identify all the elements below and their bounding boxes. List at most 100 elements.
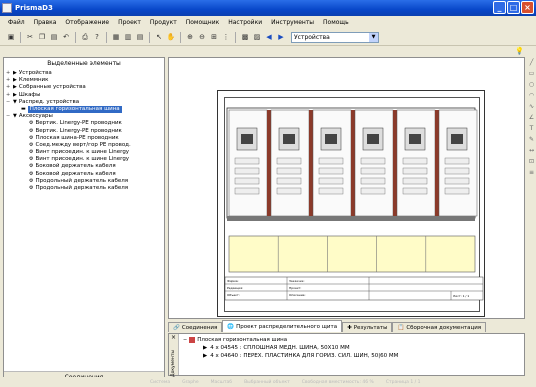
zoom-out-icon[interactable]: ⊖	[197, 32, 207, 42]
expander-icon[interactable]: +	[6, 70, 11, 77]
tab-label: Соединения	[181, 324, 218, 331]
close-output-icon[interactable]: ×	[171, 334, 176, 342]
tree-item[interactable]: ⚙ Вертик. Linergy-PE проводник	[6, 128, 164, 135]
grid-icon[interactable]: ▦	[111, 32, 121, 42]
tab-connections[interactable]: 🔗 Соединения	[168, 322, 223, 332]
tree-item-label: Распред. устройства	[18, 98, 80, 105]
zoom-in-icon[interactable]: ⊕	[185, 32, 195, 42]
curve-tool-icon[interactable]: ∿	[527, 101, 536, 112]
din-rail	[318, 177, 344, 185]
folder-arrow-icon: ▶	[13, 84, 17, 91]
expander-icon[interactable]: +	[6, 77, 11, 84]
tree-item[interactable]: ▬ Плоская горизонтальная шина	[6, 105, 164, 114]
accessory-icon: ⚙	[29, 149, 34, 156]
menu-project[interactable]: Проект	[118, 19, 141, 26]
menu-assistant[interactable]: Помощник	[186, 19, 219, 26]
menu-tools[interactable]: Инструменты	[271, 19, 314, 26]
din-rail	[318, 157, 344, 165]
tab-switchboard-project[interactable]: 🌐 Проект распределительного щита	[222, 320, 343, 332]
undo-icon[interactable]: ↶	[61, 32, 71, 42]
accessory-icon: ⚙	[29, 141, 34, 148]
status-field: Система	[150, 379, 171, 385]
pointer-icon[interactable]: ↖	[154, 32, 164, 42]
tree-item[interactable]: ⚙ Соед.между верт/гор PE провод.	[6, 142, 164, 149]
menu-product[interactable]: Продукт	[150, 19, 177, 26]
rect-tool-icon[interactable]: ▭	[527, 68, 536, 79]
cut-icon[interactable]: ✂	[25, 32, 35, 42]
save-icon[interactable]: ▣	[6, 32, 16, 42]
tree-item[interactable]: + ▶ Шкафы	[6, 92, 164, 99]
tree-item[interactable]: ⚙ Вертик. Linergy-PE проводник	[6, 120, 164, 127]
zoom-fit-icon[interactable]: ⊞	[209, 32, 219, 42]
copy-icon[interactable]: ❐	[37, 32, 47, 42]
menu-file[interactable]: Файл	[8, 19, 25, 26]
cable-duct	[393, 110, 397, 216]
output-title: Плоская горизонтальная шина	[197, 337, 288, 343]
close-button[interactable]: ×	[521, 1, 534, 14]
tree-item[interactable]: − ▼ Аксессуары	[6, 113, 164, 120]
tree-item[interactable]: ⚙ Боковой держатель кабеля	[6, 163, 164, 170]
device-face	[283, 134, 295, 144]
tree-item[interactable]: ⚙ Винт присоедин. к шине Linergy	[6, 149, 164, 156]
tree-item-label: Продольный держатель кабеля	[35, 177, 129, 184]
minimize-button[interactable]: _	[493, 1, 506, 14]
tree-item[interactable]: ⚙ Плоская шина-PE проводник	[6, 135, 164, 142]
layout-icon[interactable]: ▥	[123, 32, 133, 42]
output-side-label: Документы	[171, 350, 176, 377]
expander-icon[interactable]: −	[6, 99, 11, 106]
hand-icon[interactable]: ✋	[166, 32, 176, 42]
din-rail	[444, 177, 470, 185]
menu-view[interactable]: Отображение	[65, 19, 109, 26]
help-icon[interactable]: ?	[92, 32, 102, 42]
lightbulb-icon[interactable]: 💡	[515, 47, 524, 55]
chevron-down-icon[interactable]: ▼	[369, 32, 378, 42]
expander-icon[interactable]: +	[6, 92, 11, 99]
line-tool-icon[interactable]: ╱	[527, 57, 536, 68]
sheet-number: Лист: 1 / 1	[453, 294, 469, 298]
busbar-outline	[228, 235, 476, 273]
tree-item[interactable]: + ▶ Устройства	[6, 70, 164, 77]
arrow-right-icon[interactable]: ▶	[276, 32, 286, 42]
title-block: Фирма: Редакция: Объект: Заказчик: Проект: Оп…	[224, 276, 484, 301]
panel2-icon[interactable]: ▨	[252, 32, 262, 42]
expander-icon[interactable]: +	[6, 84, 11, 91]
circle-tool-icon[interactable]: ○	[527, 79, 536, 90]
tree-item[interactable]: − ▼ Распред. устройства	[6, 99, 164, 106]
separator	[106, 31, 107, 43]
collapse-icon[interactable]: −	[183, 336, 187, 344]
tree-item[interactable]: ⚙ Боковой держатель кабеля	[6, 171, 164, 178]
dots-icon[interactable]: ⋮	[221, 32, 231, 42]
dimension-tool-icon[interactable]: ↔	[527, 145, 536, 156]
table-icon[interactable]: ▤	[135, 32, 145, 42]
panel-icon[interactable]: ▩	[240, 32, 250, 42]
tab-assembly-docs[interactable]: 📋 Сборочная документация	[392, 322, 487, 332]
folder-arrow-icon: ▶	[13, 70, 17, 76]
maximize-button[interactable]: □	[507, 1, 520, 14]
separator	[75, 31, 76, 43]
menu-settings[interactable]: Настройки	[228, 19, 262, 26]
output-item[interactable]: ▶ 4 x 04640 : ПЕРЕХ. ПЛАСТИНКА ДЛЯ ГОРИЗ.…	[183, 352, 398, 360]
text-tool-icon[interactable]: T	[527, 123, 536, 134]
expander-icon[interactable]: −	[6, 113, 11, 120]
view-select[interactable]: Устройства ▼	[291, 31, 379, 43]
angle-tool-icon[interactable]: ∠	[527, 112, 536, 123]
accessory-icon: ⚙	[29, 177, 34, 184]
arc-tool-icon[interactable]: ◠	[527, 90, 536, 101]
output-root[interactable]: − Плоская горизонтальная шина	[183, 336, 398, 344]
layer-tool-icon[interactable]: ≡	[527, 167, 536, 178]
tree-item[interactable]: + ▶ Собранные устройства	[6, 84, 164, 91]
din-rail	[360, 157, 386, 165]
pen-tool-icon[interactable]: ✎	[527, 134, 536, 145]
menu-help[interactable]: Помощь	[323, 19, 349, 26]
menu-edit[interactable]: Правка	[34, 19, 57, 26]
drawing-canvas[interactable]: Фирма: Редакция: Объект: Заказчик: Проект: Оп…	[168, 57, 525, 319]
tree-item[interactable]: ⚙ Продольный держатель кабеля	[6, 185, 164, 192]
output-item[interactable]: ▶ 4 x 04545 : СПЛОШНАЯ МЕДН. ШИНА, 50X10 …	[183, 344, 398, 352]
tab-results[interactable]: ✚ Результаты	[342, 322, 393, 332]
arrow-left-icon[interactable]: ◀	[264, 32, 274, 42]
tree-item-label: Соед.между верт/гор PE провод.	[35, 141, 131, 148]
paste-icon[interactable]: ▤	[49, 32, 59, 42]
tree-item[interactable]: ⚙ Продольный держатель кабеля	[6, 178, 164, 185]
group-tool-icon[interactable]: ⊡	[527, 156, 536, 167]
print-icon[interactable]: ⎙	[80, 32, 90, 42]
